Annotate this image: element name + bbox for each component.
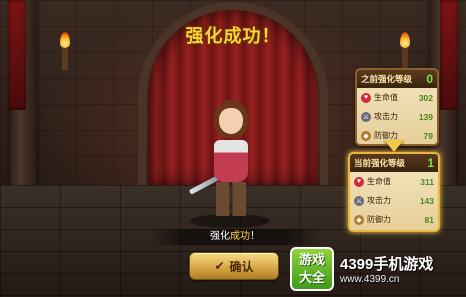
stat-row-hp: ♥ 生命值 311 [350,172,438,191]
character-body [214,140,248,182]
before-panel-title: 之前强化等级 [361,74,413,84]
after-level-value: 1 [427,156,434,170]
stat-row-attack: ⚔ 攻击力 139 [357,107,437,126]
character-legs [216,182,246,216]
stat-value: 302 [418,92,433,103]
sword-icon: ⚔ [354,195,364,206]
stat-value: 143 [419,195,434,206]
chevron-down-icon [384,140,404,152]
shield-icon: ◆ [354,214,364,225]
success-prefix: 强化 [210,231,230,242]
watermark-badge-line2: 大全 [298,269,325,285]
after-panel-title: 当前强化等级 [354,158,406,168]
stat-label: 攻击力 [367,196,391,205]
left-red-banner [8,0,26,110]
before-stats-panel: 之前强化等级 0 ♥ 生命值 302 ⚔ 攻击力 139 ◆ 防御力 79 [355,68,439,146]
page-title: 强化成功！ [185,26,281,46]
left-torch [62,48,68,70]
player-character [184,98,274,228]
stat-label: 防御力 [367,215,391,224]
heart-icon: ♥ [354,176,364,187]
shield-icon: ◆ [361,130,371,141]
right-torch [402,48,408,70]
stat-label: 攻击力 [374,112,398,121]
heart-icon: ♥ [361,92,371,103]
watermark-text: 4399手机游戏 www.4399.cn [340,253,433,285]
watermark-badge: 游戏 大全 [290,246,334,291]
watermark-url: www.4399.cn [340,273,400,285]
success-highlight: 成功 [230,231,250,242]
right-red-banner [440,0,458,110]
stat-value: 311 [420,176,434,187]
stat-label: 生命值 [367,177,391,186]
stat-value: 81 [424,214,434,225]
stat-row-hp: ♥ 生命值 302 [357,88,437,107]
confirm-button-label: 确认 [229,259,254,274]
confirm-button[interactable]: ✔ 确认 [189,252,279,280]
stat-row-defense: ◆ 防御力 81 [350,210,438,229]
watermark-badge-line1: 游戏 [298,251,325,267]
stat-value: 139 [418,111,433,122]
after-panel-header: 当前强化等级 1 [350,154,438,172]
stat-row-attack: ⚔ 攻击力 143 [350,191,438,210]
before-level-value: 0 [426,72,433,86]
stat-label: 生命值 [374,93,398,102]
watermark-name: 4399手机游戏 [340,255,434,273]
watermark-logo: 游戏 大全 4399手机游戏 www.4399.cn [290,240,466,297]
checkmark-icon: ✔ [214,259,225,273]
before-panel-header: 之前强化等级 0 [357,70,437,88]
stat-value: 79 [423,130,433,141]
sword-icon: ⚔ [361,111,371,122]
game-scene: 强化成功！ 之前强化等级 0 ♥ 生命值 302 ⚔ 攻击力 139 ◆ 防御力… [0,0,466,297]
after-stats-panel: 当前强化等级 1 ♥ 生命值 311 ⚔ 攻击力 143 ◆ 防御力 81 [348,152,440,232]
character-face [219,108,243,134]
success-suffix: ！ [250,231,260,242]
